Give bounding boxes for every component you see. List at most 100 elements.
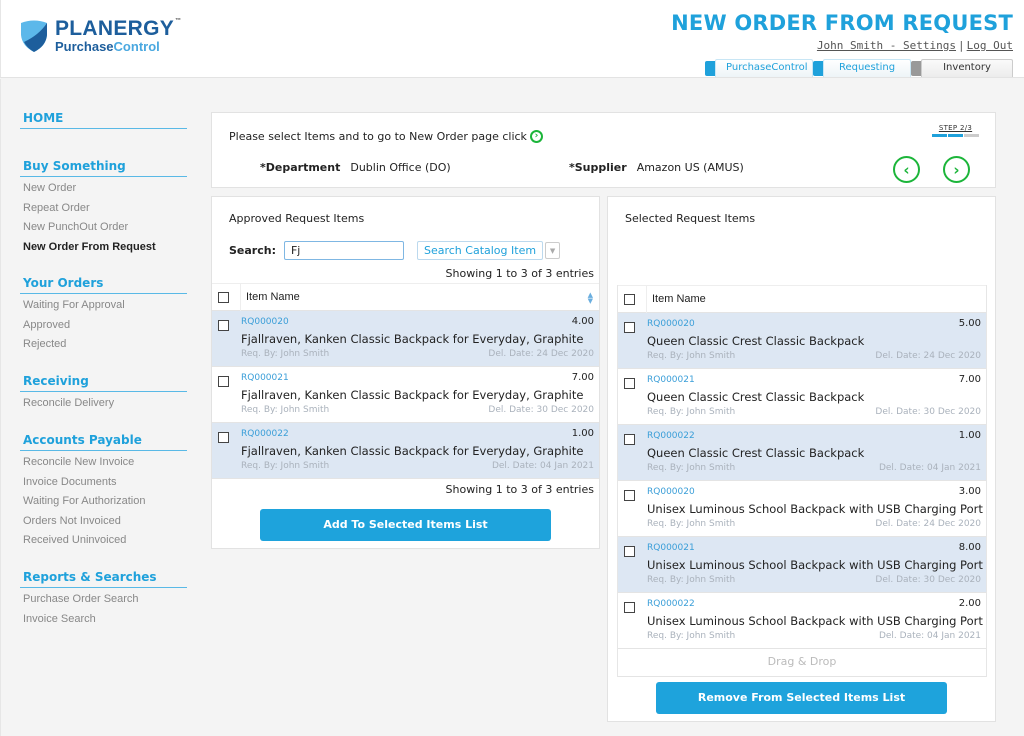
- table-row[interactable]: RQ000022 1.00 Fjallraven, Kanken Classic B…: [212, 423, 599, 479]
- tab-inventory[interactable]: Inventory: [911, 59, 1013, 77]
- delivery-date: Del. Date: 30 Dec 2020: [488, 405, 594, 415]
- supplier-field: *Supplier Amazon US (AMUS): [569, 161, 744, 174]
- sidebar-item-new-order-from-request[interactable]: New Order From Request: [20, 238, 187, 258]
- request-id-link[interactable]: RQ000022: [647, 599, 695, 609]
- tab-flag: [911, 61, 921, 76]
- request-id-link[interactable]: RQ000020: [647, 487, 695, 497]
- table-row[interactable]: RQ000020 4.00 Fjallraven, Kanken Classic B…: [212, 311, 599, 367]
- row-checkbox[interactable]: [624, 378, 635, 389]
- search-catalog-item-button[interactable]: Search Catalog Item: [416, 241, 544, 260]
- sidebar-item-repeat-order[interactable]: Repeat Order: [20, 199, 187, 219]
- sidebar-item-approved[interactable]: Approved: [20, 316, 187, 336]
- logo[interactable]: PLANERGY™ PurchaseControl: [19, 18, 181, 53]
- sidebar-item-rejected[interactable]: Rejected: [20, 335, 187, 355]
- row-checkbox[interactable]: [624, 546, 635, 557]
- delivery-date: Del. Date: 04 Jan 2021: [878, 463, 981, 473]
- table-row[interactable]: RQ000021 8.00 Unisex Luminous School Backp…: [618, 537, 986, 593]
- item-name: Queen Classic Crest Classic Backpack: [647, 334, 865, 348]
- sidebar-item-waiting-for-authorization[interactable]: Waiting For Authorization: [20, 492, 187, 512]
- panel-title: Selected Request Items: [625, 212, 756, 225]
- select-all-checkbox[interactable]: [218, 291, 229, 303]
- delivery-date: Del. Date: 24 Dec 2020: [875, 519, 981, 529]
- request-id-link[interactable]: RQ000021: [647, 543, 695, 553]
- table-row[interactable]: RQ000020 3.00 Unisex Luminous School Backp…: [618, 481, 986, 537]
- catalog-dropdown-toggle[interactable]: ▼: [545, 242, 561, 259]
- remove-from-selected-button[interactable]: Remove From Selected Items List: [656, 682, 947, 714]
- quantity: 3.00: [958, 486, 981, 497]
- settings-link[interactable]: John Smith - Settings: [817, 39, 956, 52]
- column-header-item-name[interactable]: Item Name: [646, 285, 706, 313]
- drag-drop-zone[interactable]: Drag & Drop: [618, 649, 986, 677]
- quantity: 1.00: [958, 430, 981, 441]
- search-input[interactable]: [283, 241, 404, 260]
- request-id-link[interactable]: RQ000020: [241, 317, 289, 327]
- sidebar-group-reports-searches: Reports & Searches Purchase Order Search…: [20, 570, 187, 629]
- table-row[interactable]: RQ000021 7.00 Fjallraven, Kanken Classic B…: [212, 367, 599, 423]
- sidebar-item-reconcile-delivery[interactable]: Reconcile Delivery: [20, 394, 187, 414]
- tab-flag: [705, 61, 715, 76]
- previous-step-button[interactable]: ‹: [893, 156, 920, 183]
- request-id-link[interactable]: RQ000022: [241, 429, 289, 439]
- table-row[interactable]: RQ000021 7.00 Queen Classic Crest Classic …: [618, 369, 986, 425]
- requested-by: Req. By: John Smith: [647, 575, 736, 585]
- sidebar-item-reconcile-new-invoice[interactable]: Reconcile New Invoice: [20, 453, 187, 473]
- add-to-selected-button[interactable]: Add To Selected Items List: [260, 509, 551, 541]
- quantity: 4.00: [571, 316, 594, 327]
- request-id-link[interactable]: RQ000022: [647, 431, 695, 441]
- department-value: Dublin Office (DO): [350, 161, 451, 174]
- order-info-panel: Please select Items and to go to New Ord…: [211, 112, 996, 188]
- row-checkbox[interactable]: [624, 322, 635, 333]
- next-arrow-icon[interactable]: ›: [529, 130, 543, 143]
- step-segment: [932, 134, 947, 137]
- row-checkbox[interactable]: [218, 320, 229, 331]
- selected-items-table: Item Name RQ000020 5.00 Queen Classic Cres…: [617, 285, 987, 677]
- sort-icon[interactable]: ▲ ▼: [588, 292, 593, 305]
- sidebar-item-invoice-search[interactable]: Invoice Search: [20, 610, 187, 630]
- quantity: 8.00: [958, 542, 981, 553]
- sidebar-item-orders-not-invoiced[interactable]: Orders Not Invoiced: [20, 512, 187, 532]
- row-checkbox[interactable]: [218, 432, 229, 443]
- sidebar-item-purchase-order-search[interactable]: Purchase Order Search: [20, 590, 187, 610]
- row-checkbox[interactable]: [218, 376, 229, 387]
- logout-link[interactable]: Log Out: [967, 39, 1013, 52]
- sidebar-group-receiving: Receiving Reconcile Delivery: [20, 374, 187, 414]
- table-header: Item Name ▲ ▼: [212, 283, 599, 311]
- item-name: Fjallraven, Kanken Classic Backpack for …: [241, 444, 584, 458]
- sidebar-group-title: Buy Something: [20, 159, 187, 177]
- delivery-date: Del. Date: 24 Dec 2020: [875, 351, 981, 361]
- sidebar-group-title: Accounts Payable: [20, 433, 187, 451]
- sidebar-item-new-order[interactable]: New Order: [20, 179, 187, 199]
- sidebar-item-invoice-documents[interactable]: Invoice Documents: [20, 473, 187, 493]
- row-checkbox[interactable]: [624, 434, 635, 445]
- table-header: Item Name: [618, 285, 986, 313]
- logo-sub-a: Purchase: [55, 39, 114, 54]
- next-step-button[interactable]: ›: [943, 156, 970, 183]
- sidebar-item-new-punchout-order[interactable]: New PunchOut Order: [20, 218, 187, 238]
- sidebar-item-waiting-for-approval[interactable]: Waiting For Approval: [20, 296, 187, 316]
- step-segment: [964, 134, 979, 137]
- requested-by: Req. By: John Smith: [647, 519, 736, 529]
- sidebar-group-title: Your Orders: [20, 276, 187, 294]
- tab-purchasecontrol[interactable]: PurchaseControl: [705, 59, 813, 77]
- request-id-link[interactable]: RQ000021: [647, 375, 695, 385]
- tab-requesting[interactable]: Requesting: [813, 59, 911, 77]
- requested-by: Req. By: John Smith: [647, 631, 736, 641]
- sidebar: HOME Buy Something New Order Repeat Orde…: [0, 79, 200, 736]
- delivery-date: Del. Date: 24 Dec 2020: [488, 349, 594, 359]
- request-id-link[interactable]: RQ000020: [647, 319, 695, 329]
- step-segment: [948, 134, 963, 137]
- approved-items-panel: Approved Request Items Search: Search Ca…: [211, 196, 600, 549]
- user-links: John Smith - Settings | Log Out: [817, 39, 1013, 52]
- sidebar-item-received-uninvoiced[interactable]: Received Uninvoiced: [20, 531, 187, 551]
- table-row[interactable]: RQ000022 1.00 Queen Classic Crest Classic …: [618, 425, 986, 481]
- sidebar-home-link[interactable]: HOME: [20, 111, 187, 129]
- table-row[interactable]: RQ000020 5.00 Queen Classic Crest Classic …: [618, 313, 986, 369]
- select-all-checkbox[interactable]: [624, 293, 635, 305]
- row-checkbox[interactable]: [624, 602, 635, 613]
- column-header-item-name[interactable]: Item Name: [240, 283, 300, 311]
- item-name: Fjallraven, Kanken Classic Backpack for …: [241, 332, 584, 346]
- request-id-link[interactable]: RQ000021: [241, 373, 289, 383]
- table-row[interactable]: RQ000022 2.00 Unisex Luminous School Backp…: [618, 593, 986, 649]
- row-checkbox[interactable]: [624, 490, 635, 501]
- delivery-date: Del. Date: 30 Dec 2020: [875, 407, 981, 417]
